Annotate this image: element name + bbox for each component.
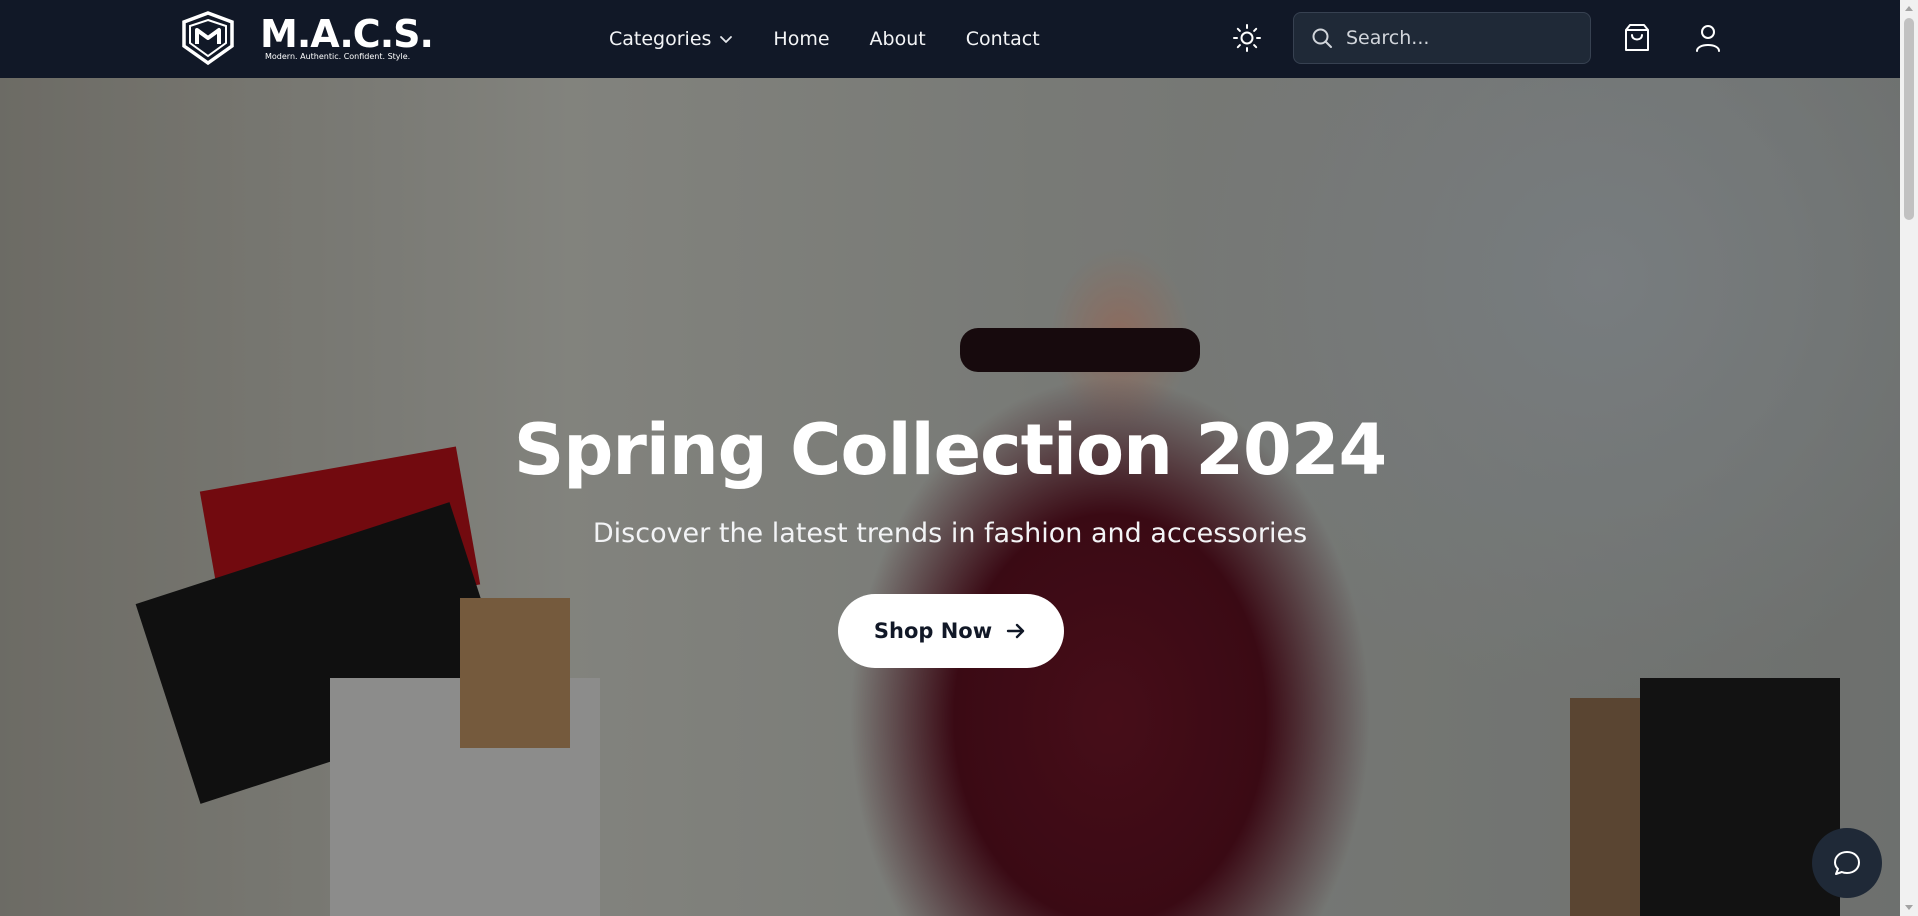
shop-now-label: Shop Now xyxy=(873,619,993,643)
scroll-thumb[interactable] xyxy=(1904,18,1914,220)
top-navbar: M.A.C.S. Modern. Authentic. Confident. S… xyxy=(0,0,1900,78)
user-icon[interactable] xyxy=(1692,22,1724,54)
scroll-up-arrow[interactable] xyxy=(1905,6,1913,11)
main-nav: Categories Home About Contact xyxy=(609,0,1080,78)
nav-home[interactable]: Home xyxy=(773,28,829,50)
hero-content: Spring Collection 2024 Discover the late… xyxy=(0,78,1900,916)
nav-contact[interactable]: Contact xyxy=(966,28,1040,50)
page-scrollbar[interactable] xyxy=(1900,0,1918,916)
hero-title: Spring Collection 2024 xyxy=(513,409,1387,491)
chevron-down-icon xyxy=(720,36,733,43)
search-icon xyxy=(1312,28,1332,48)
nav-categories[interactable]: Categories xyxy=(609,28,733,50)
search-input[interactable] xyxy=(1344,26,1568,50)
brand-logo[interactable]: M.A.C.S. Modern. Authentic. Confident. S… xyxy=(180,10,434,66)
chat-bubble-icon xyxy=(1834,851,1860,875)
scroll-down-arrow[interactable] xyxy=(1905,905,1913,910)
shield-logo-icon xyxy=(182,11,234,66)
hero-banner: Spring Collection 2024 Discover the late… xyxy=(0,78,1900,916)
search-box[interactable] xyxy=(1293,12,1591,64)
sun-icon[interactable] xyxy=(1232,23,1262,53)
shopping-bag-icon[interactable] xyxy=(1621,22,1653,54)
brand-tagline: Modern. Authentic. Confident. Style. xyxy=(265,52,411,61)
shop-now-button[interactable]: Shop Now xyxy=(838,594,1064,668)
brand-name: M.A.C.S. xyxy=(260,12,434,56)
hero-subtitle: Discover the latest trends in fashion an… xyxy=(592,518,1308,549)
chat-button[interactable] xyxy=(1812,828,1882,898)
nav-about[interactable]: About xyxy=(870,28,926,50)
arrow-right-icon xyxy=(1006,623,1025,639)
nav-categories-label: Categories xyxy=(609,28,712,50)
